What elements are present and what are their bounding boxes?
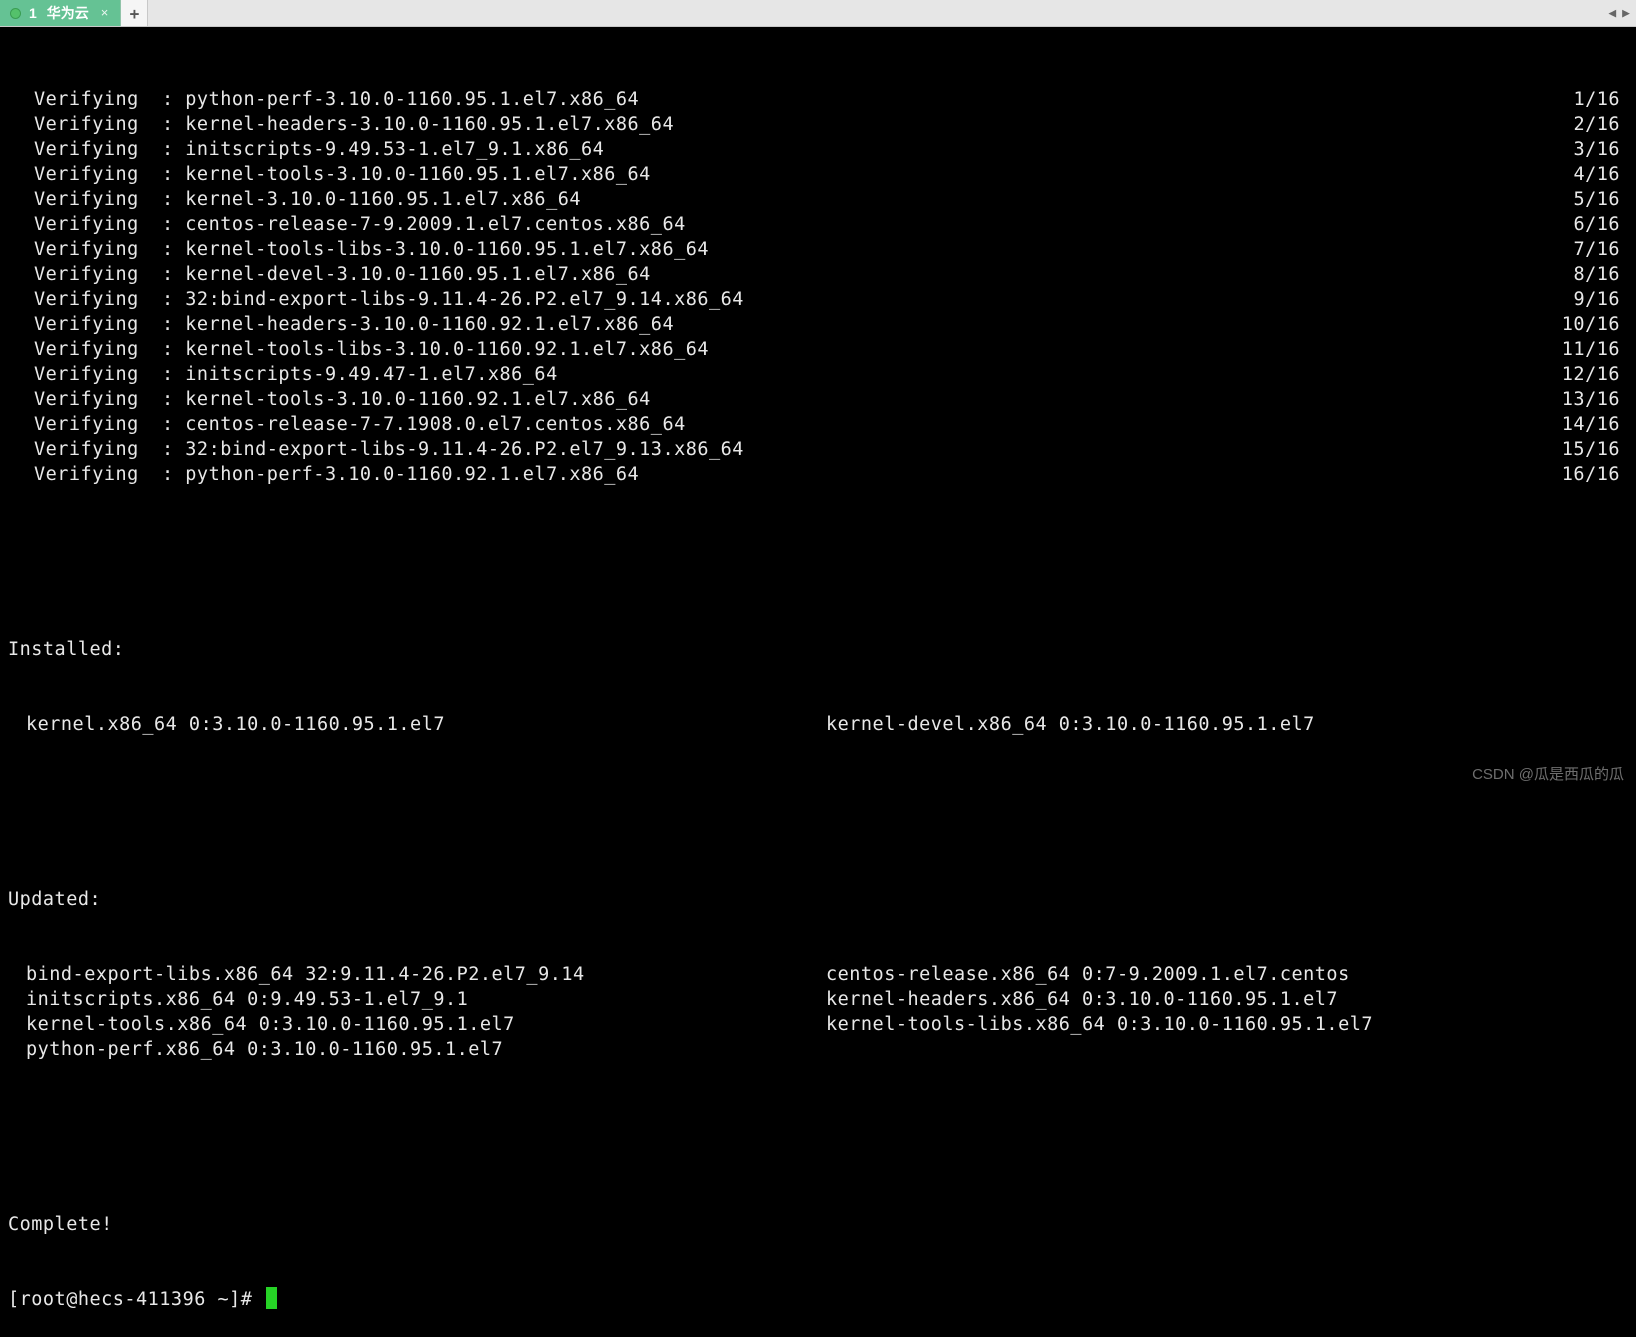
updated-header: Updated: bbox=[8, 887, 1628, 912]
cursor-icon bbox=[266, 1287, 277, 1309]
close-tab-icon[interactable]: × bbox=[101, 0, 109, 26]
tab-1[interactable]: 1 华为云 × bbox=[0, 0, 121, 26]
tab-prev-icon[interactable]: ◀ bbox=[1608, 6, 1616, 21]
verify-line: Verifying : initscripts-9.49.47-1.el7.x8… bbox=[8, 362, 1628, 387]
tab-index: 1 bbox=[29, 0, 37, 26]
connection-status-icon bbox=[10, 8, 21, 19]
verify-line: Verifying : kernel-tools-3.10.0-1160.92.… bbox=[8, 387, 1628, 412]
verify-line: Verifying : kernel-devel-3.10.0-1160.95.… bbox=[8, 262, 1628, 287]
updated-row: python-perf.x86_64 0:3.10.0-1160.95.1.el… bbox=[8, 1037, 1628, 1062]
verify-line: Verifying : centos-release-7-7.1908.0.el… bbox=[8, 412, 1628, 437]
verify-line: Verifying : python-perf-3.10.0-1160.95.1… bbox=[8, 87, 1628, 112]
tab-label: 华为云 bbox=[47, 0, 89, 26]
installed-row: kernel.x86_64 0:3.10.0-1160.95.1.el7kern… bbox=[8, 712, 1628, 737]
verify-line: Verifying : kernel-headers-3.10.0-1160.9… bbox=[8, 112, 1628, 137]
installed-header: Installed: bbox=[8, 637, 1628, 662]
tab-bar: 1 华为云 × + ◀ ▶ bbox=[0, 0, 1636, 27]
verify-line: Verifying : kernel-headers-3.10.0-1160.9… bbox=[8, 312, 1628, 337]
verify-line: Verifying : kernel-tools-libs-3.10.0-116… bbox=[8, 337, 1628, 362]
updated-row: initscripts.x86_64 0:9.49.53-1.el7_9.1ke… bbox=[8, 987, 1628, 1012]
verify-line: Verifying : 32:bind-export-libs-9.11.4-2… bbox=[8, 437, 1628, 462]
updated-row: kernel-tools.x86_64 0:3.10.0-1160.95.1.e… bbox=[8, 1012, 1628, 1037]
verify-line: Verifying : kernel-tools-libs-3.10.0-116… bbox=[8, 237, 1628, 262]
verify-line: Verifying : python-perf-3.10.0-1160.92.1… bbox=[8, 462, 1628, 487]
verify-line: Verifying : 32:bind-export-libs-9.11.4-2… bbox=[8, 287, 1628, 312]
complete-line: Complete! bbox=[8, 1212, 1628, 1237]
tab-next-icon[interactable]: ▶ bbox=[1622, 6, 1630, 21]
verify-line: Verifying : initscripts-9.49.53-1.el7_9.… bbox=[8, 137, 1628, 162]
verify-line: Verifying : kernel-3.10.0-1160.95.1.el7.… bbox=[8, 187, 1628, 212]
updated-row: bind-export-libs.x86_64 32:9.11.4-26.P2.… bbox=[8, 962, 1628, 987]
tab-nav: ◀ ▶ bbox=[1602, 0, 1636, 26]
verify-line: Verifying : kernel-tools-3.10.0-1160.95.… bbox=[8, 162, 1628, 187]
verify-line: Verifying : centos-release-7-9.2009.1.el… bbox=[8, 212, 1628, 237]
new-tab-button[interactable]: + bbox=[121, 0, 148, 26]
terminal-output[interactable]: Verifying : python-perf-3.10.0-1160.95.1… bbox=[0, 27, 1636, 1337]
shell-prompt[interactable]: [root@hecs-411396 ~]# bbox=[8, 1287, 1628, 1312]
